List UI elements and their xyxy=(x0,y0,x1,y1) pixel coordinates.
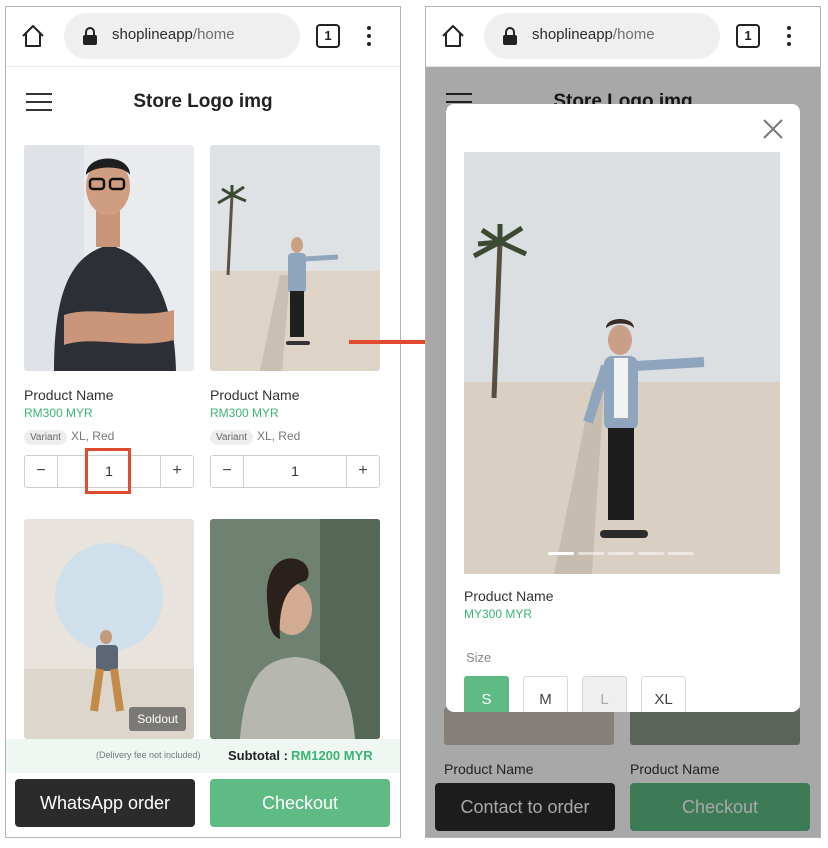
quantity-stepper: − 1 + xyxy=(24,448,194,494)
carousel-dot[interactable] xyxy=(638,552,664,555)
subtotal-label: Subtotal : xyxy=(228,748,288,763)
more-options-icon[interactable] xyxy=(362,24,376,50)
lock-icon xyxy=(503,27,517,45)
variant-value: XL, Red xyxy=(256,429,301,443)
soldout-badge: Soldout xyxy=(129,707,186,731)
product-card[interactable]: Product Name RM300 MYR Variant XL, Red − … xyxy=(210,145,380,488)
modal-product-price: MY300 MYR xyxy=(464,607,533,621)
store-logo[interactable]: Store Logo img xyxy=(6,91,400,113)
carousel-indicator[interactable] xyxy=(548,552,694,555)
quantity-stepper: − 1 + xyxy=(210,455,380,488)
size-label: Size xyxy=(466,650,492,665)
variant-value: XL, Red xyxy=(70,429,115,443)
highlight-annotation xyxy=(85,448,131,494)
variant-row: Variant XL, Red xyxy=(24,429,194,445)
url-domain: shoplineapp xyxy=(532,26,613,43)
size-option-s[interactable]: S xyxy=(464,676,509,712)
product-card[interactable] xyxy=(210,519,380,739)
product-quick-view-modal: Product Name MY300 MYR Size S M L XL xyxy=(446,104,800,712)
decrease-qty-button[interactable]: − xyxy=(211,456,244,487)
carousel-dot[interactable] xyxy=(548,552,574,555)
address-bar[interactable]: shoplineapp/home xyxy=(484,13,720,59)
tab-switcher-button[interactable]: 1 xyxy=(736,24,760,48)
home-icon[interactable] xyxy=(440,23,466,49)
variant-row: Variant XL, Red xyxy=(210,429,380,445)
url-domain: shoplineapp xyxy=(112,26,193,43)
decrease-qty-button[interactable]: − xyxy=(25,456,58,487)
modal-product-name: Product Name xyxy=(464,588,554,604)
store-header: Store Logo img xyxy=(6,67,400,137)
home-icon[interactable] xyxy=(20,23,46,49)
variant-tag: Variant xyxy=(24,430,67,445)
url-text: shoplineapp/home xyxy=(532,26,655,43)
phone-screen-product-modal: shoplineapp/home 1 Store Logo img Produc… xyxy=(425,6,821,838)
variant-tag: Variant xyxy=(210,430,253,445)
size-option-l[interactable]: L xyxy=(582,676,627,712)
increase-qty-button[interactable]: + xyxy=(160,456,193,487)
subtotal-value: RM1200 MYR xyxy=(291,748,373,763)
size-options: S M L XL xyxy=(464,676,686,712)
product-price: RM300 MYR xyxy=(210,406,279,420)
product-image-carousel[interactable] xyxy=(464,152,780,574)
quantity-input[interactable]: 1 xyxy=(244,456,346,487)
carousel-dot[interactable] xyxy=(578,552,604,555)
browser-bar: shoplineapp/home 1 xyxy=(426,7,820,67)
carousel-dot[interactable] xyxy=(668,552,694,555)
size-option-m[interactable]: M xyxy=(523,676,568,712)
url-text: shoplineapp/home xyxy=(112,26,235,43)
product-image[interactable]: Soldout xyxy=(24,519,194,739)
increase-qty-button[interactable]: + xyxy=(346,456,379,487)
product-name[interactable]: Product Name xyxy=(24,387,194,403)
address-bar[interactable]: shoplineapp/home xyxy=(64,13,300,59)
product-card[interactable]: Soldout xyxy=(24,519,194,739)
close-icon[interactable] xyxy=(762,118,784,140)
url-path: /home xyxy=(192,26,235,43)
size-option-xl[interactable]: XL xyxy=(641,676,686,712)
carousel-dot[interactable] xyxy=(608,552,634,555)
product-card[interactable]: Product Name RM300 MYR Variant XL, Red − … xyxy=(24,145,194,494)
product-image[interactable] xyxy=(24,145,194,371)
product-price: RM300 MYR xyxy=(24,406,93,420)
phone-screen-store-home: shoplineapp/home 1 Store Logo img Produc… xyxy=(5,6,401,838)
whatsapp-order-button[interactable]: WhatsApp order xyxy=(15,779,195,827)
subtotal-bar: (Delivery fee not included) Subtotal : R… xyxy=(6,739,400,773)
delivery-note: (Delivery fee not included) xyxy=(96,750,201,760)
tab-switcher-button[interactable]: 1 xyxy=(316,24,340,48)
browser-bar: shoplineapp/home 1 xyxy=(6,7,400,67)
url-path: /home xyxy=(612,26,655,43)
checkout-button[interactable]: Checkout xyxy=(210,779,390,827)
product-image[interactable] xyxy=(210,519,380,739)
more-options-icon[interactable] xyxy=(782,24,796,50)
product-name[interactable]: Product Name xyxy=(210,387,380,403)
lock-icon xyxy=(83,27,97,45)
